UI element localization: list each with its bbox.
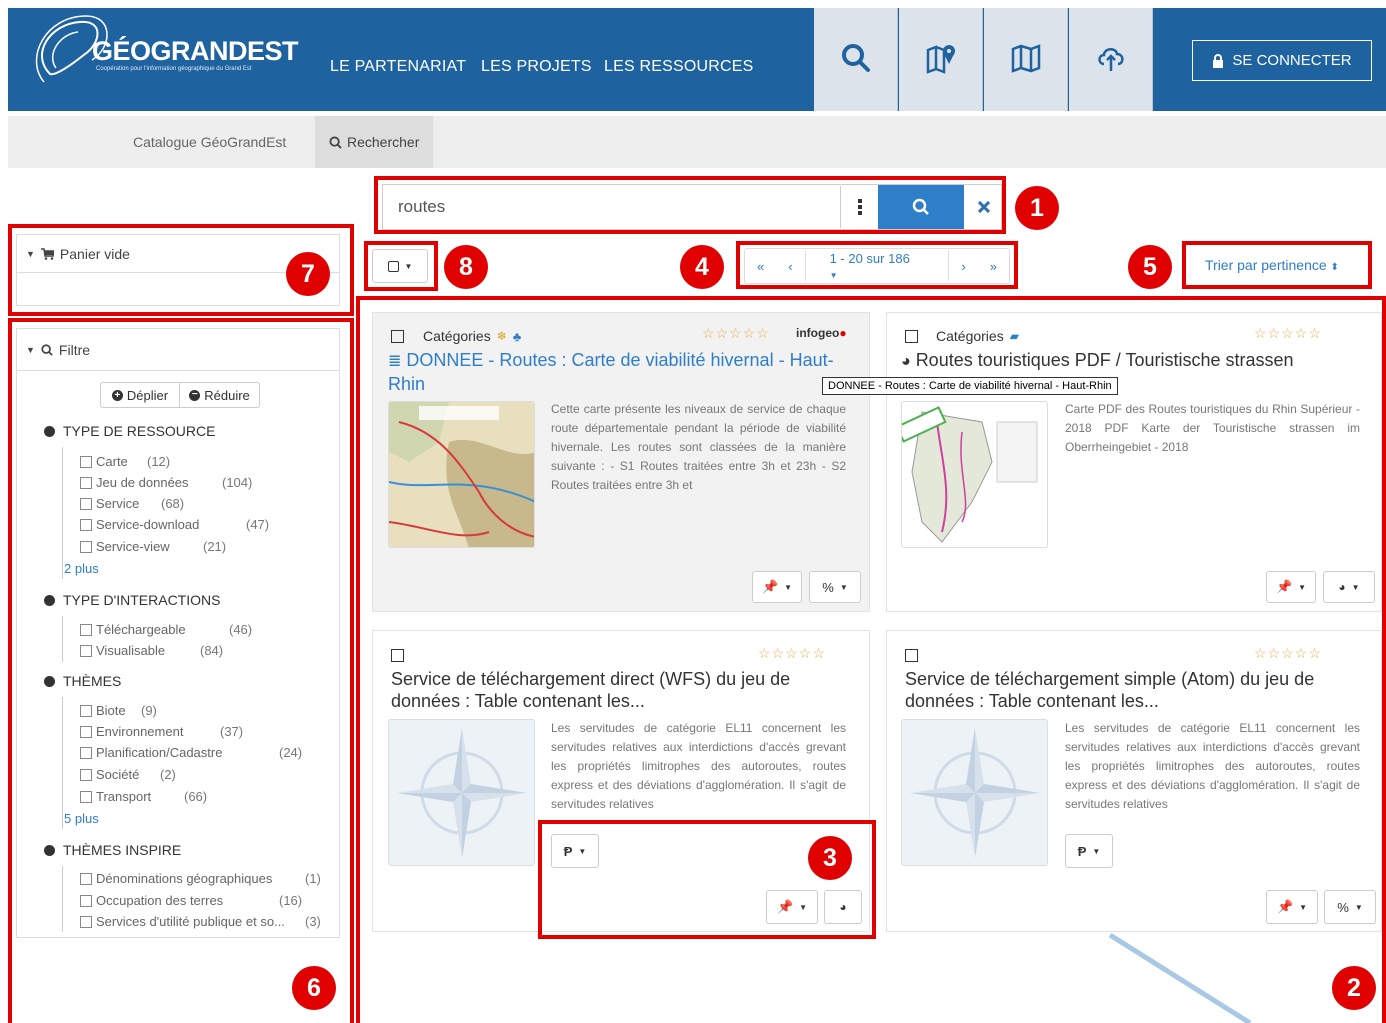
header-cloud-tab[interactable] xyxy=(1069,8,1153,111)
header-search-tab[interactable] xyxy=(814,8,898,111)
logo-subtitle: Coopération pour l'information géographi… xyxy=(96,66,252,72)
login-button[interactable]: SE CONNECTER xyxy=(1192,40,1372,81)
header-map-tab[interactable] xyxy=(984,8,1068,111)
search-icon xyxy=(842,44,870,72)
map-icon xyxy=(1011,44,1041,73)
header-map-pin-tab[interactable] xyxy=(899,8,983,111)
annotation-box-5 xyxy=(1182,241,1372,289)
logo-text: GÉOGRANDEST xyxy=(92,36,299,66)
crumb-search-label: Rechercher xyxy=(347,134,420,150)
login-label: SE CONNECTER xyxy=(1232,52,1352,69)
annotation-box-8 xyxy=(364,241,438,291)
nav-projets[interactable]: LES PROJETS xyxy=(481,58,592,76)
annotation-badge-7: 7 xyxy=(286,252,330,296)
annotation-badge-2: 2 xyxy=(1332,966,1376,1010)
lock-icon xyxy=(1213,53,1224,68)
annotation-badge-1: 1 xyxy=(1015,186,1059,230)
crumb-search[interactable]: Rechercher xyxy=(315,116,434,168)
annotation-box-1 xyxy=(374,176,1006,234)
annotation-badge-6: 6 xyxy=(292,966,336,1010)
cloud-upload-icon xyxy=(1098,48,1124,71)
map-pin-icon xyxy=(926,45,955,74)
annotation-badge-5: 5 xyxy=(1128,245,1172,289)
search-icon xyxy=(329,135,342,149)
annotation-box-4 xyxy=(736,241,1018,289)
nav-partenariat[interactable]: LE PARTENARIAT xyxy=(330,58,466,76)
annotation-badge-3: 3 xyxy=(808,836,852,880)
annotation-box-6 xyxy=(8,318,354,1023)
annotation-badge-8: 8 xyxy=(444,245,488,289)
nav-ressources[interactable]: LES RESSOURCES xyxy=(604,58,754,76)
annotation-badge-4: 4 xyxy=(680,245,724,289)
crumb-catalogue[interactable]: Catalogue GéoGrandEst xyxy=(133,116,286,168)
